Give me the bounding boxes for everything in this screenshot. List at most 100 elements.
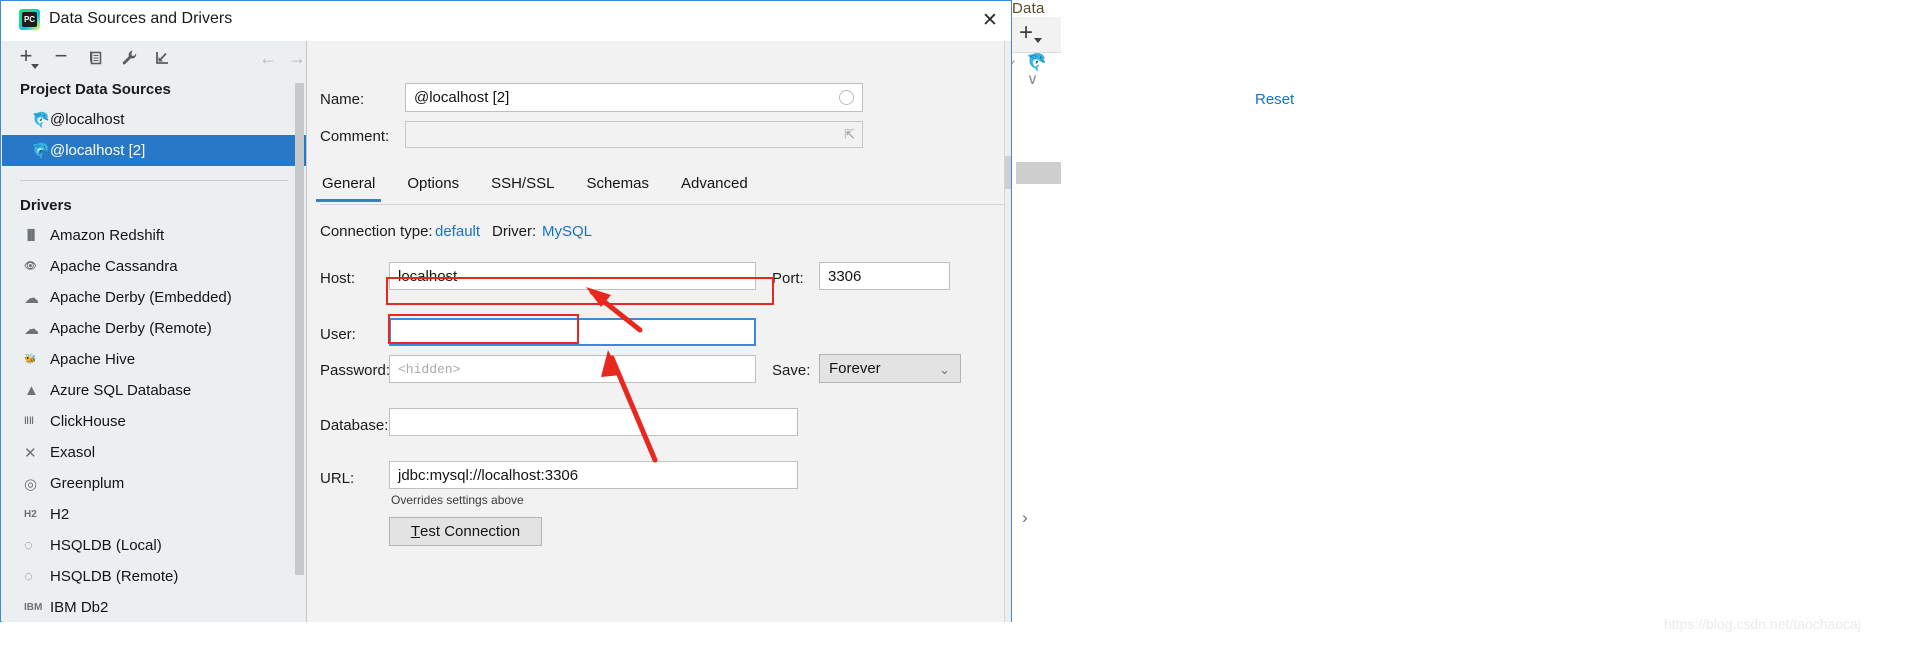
clickhouse-icon: ‖‖: [24, 416, 34, 427]
save-dropdown-value: Forever: [829, 360, 881, 377]
data-sources-and-drivers-dialog: PC Data Sources and Drivers ✕ + − ← → Pr…: [0, 0, 1294, 622]
remove-data-source-button[interactable]: −: [50, 45, 72, 67]
tab-advanced[interactable]: Advanced: [679, 171, 750, 202]
driver-item[interactable]: ◌ HSQLDB (Local): [2, 530, 306, 561]
data-source-item-label: @localhost: [50, 111, 125, 128]
url-label: URL:: [320, 470, 355, 487]
circle-status-icon: [839, 90, 854, 105]
background-scrollbar-thumb[interactable]: [1016, 162, 1061, 184]
wrench-icon-svg: [122, 50, 136, 65]
driver-item[interactable]: ◌ HSQLDB (Remote): [2, 561, 306, 592]
database-label: Database:: [320, 417, 389, 434]
hsqldb-icon: ◌: [24, 568, 33, 585]
driver-item-label: IBM Db2: [50, 599, 109, 616]
name-input[interactable]: @localhost [2]: [405, 83, 863, 112]
tab-ssh-ssl[interactable]: SSH/SSL: [489, 171, 556, 202]
data-source-item[interactable]: 🐬 @localhost: [2, 104, 306, 135]
driver-item[interactable]: 👁 Apache Cassandra: [2, 251, 306, 282]
chevron-down-icon[interactable]: ∨: [1027, 70, 1038, 88]
driver-value[interactable]: MySQL: [542, 223, 592, 240]
driver-item[interactable]: ◎ Greenplum: [2, 468, 306, 499]
dialog-titlebar: PC Data Sources and Drivers ✕: [1, 1, 1011, 41]
user-label: User:: [320, 326, 356, 343]
comment-input[interactable]: ⇱: [405, 121, 863, 148]
chevron-right-icon[interactable]: ›: [1022, 508, 1028, 528]
driver-item-label: Apache Derby (Remote): [50, 320, 212, 337]
add-dropdown-caret-icon[interactable]: [31, 64, 39, 69]
apache-derby-icon: ☁: [24, 320, 39, 338]
driver-item[interactable]: ‖‖ ClickHouse: [2, 406, 306, 437]
tree-toolbar: + − ← →: [2, 41, 306, 75]
driver-item-label: Apache Derby (Embedded): [50, 289, 232, 306]
data-sources-tree[interactable]: Project Data Sources 🐬 @localhost 🐬 @localh…: [2, 75, 306, 622]
driver-item[interactable]: ☁ Apache Derby (Embedded): [2, 282, 306, 313]
connection-type-label: Connection type:: [320, 223, 433, 240]
tab-schemas[interactable]: Schemas: [584, 171, 651, 202]
url-input[interactable]: jdbc:mysql://localhost:3306: [389, 461, 798, 489]
navigate-forward-button[interactable]: →: [286, 48, 308, 68]
apache-cassandra-icon: 👁: [24, 261, 37, 272]
hsqldb-icon: ◌: [24, 537, 33, 554]
drivers-header: Drivers: [20, 197, 72, 214]
azure-sql-icon: ▲: [24, 382, 39, 399]
driver-item-label: Apache Hive: [50, 351, 136, 368]
driver-label: Driver:: [492, 223, 537, 240]
driver-item[interactable]: ▐▌ Amazon Redshift: [2, 220, 306, 251]
driver-item[interactable]: ☁ Apache Derby (Remote): [2, 313, 306, 344]
copy-icon[interactable]: [84, 49, 106, 71]
chevron-down-icon[interactable]: [1034, 38, 1042, 43]
chevron-down-icon[interactable]: ⌄: [939, 362, 950, 378]
name-input-value: @localhost [2]: [414, 89, 510, 106]
exasol-icon: ✕: [24, 444, 37, 462]
plus-icon[interactable]: +: [1019, 21, 1033, 45]
connection-type-value[interactable]: default: [435, 223, 480, 240]
tab-general[interactable]: General: [315, 171, 382, 202]
driver-item[interactable]: ✕ Exasol: [2, 437, 306, 468]
driver-item[interactable]: IBM IBM Db2: [2, 592, 306, 622]
driver-item[interactable]: ▲ Azure SQL Database: [2, 375, 306, 406]
background-app-title: Data: [1012, 0, 1045, 17]
driver-item-label: HSQLDB (Local): [50, 537, 162, 554]
import-icon-svg: [155, 52, 168, 64]
settings-tabs[interactable]: General Options SSH/SSL Schemas Advanced: [315, 171, 1010, 205]
reset-link[interactable]: Reset: [1255, 91, 1294, 108]
data-source-list[interactable]: 🐬 @localhost 🐬 @localhost [2]: [2, 104, 306, 166]
data-source-item-label: @localhost [2]: [50, 142, 146, 159]
save-dropdown[interactable]: Forever ⌄: [819, 354, 961, 383]
password-label: Password:: [320, 362, 391, 379]
test-connection-label: est Connection: [420, 523, 521, 540]
driver-item[interactable]: H2 H2: [2, 499, 306, 530]
tab-options[interactable]: Options: [405, 171, 461, 202]
import-icon[interactable]: [151, 49, 173, 71]
tree-scrollbar-thumb[interactable]: [295, 83, 304, 575]
driver-item-label: Exasol: [50, 444, 96, 461]
expand-icon[interactable]: ⇱: [844, 127, 855, 143]
host-input-value: localhost: [398, 267, 458, 285]
close-icon[interactable]: ✕: [976, 9, 1004, 33]
driver-item-label: Apache Cassandra: [50, 258, 178, 275]
database-input[interactable]: [389, 408, 798, 436]
port-input-value: 3306: [828, 267, 862, 285]
password-input[interactable]: <hidden>: [389, 355, 756, 383]
amazon-redshift-icon: ▐▌: [24, 230, 39, 241]
dialog-title: Data Sources and Drivers: [49, 10, 233, 27]
pycharm-logo-inner: PC: [22, 12, 37, 27]
user-input[interactable]: [389, 318, 756, 346]
port-input[interactable]: 3306: [819, 262, 950, 290]
drivers-list[interactable]: ▐▌ Amazon Redshift 👁 Apache Cassandra ☁ Apach…: [2, 220, 306, 622]
add-data-source-button[interactable]: +: [15, 45, 37, 67]
data-source-item[interactable]: 🐬 @localhost [2]: [2, 135, 306, 166]
driver-item-label: Greenplum: [50, 475, 125, 492]
driver-item-label: ClickHouse: [50, 413, 126, 430]
test-connection-button[interactable]: Test Connection: [389, 517, 542, 546]
mysql-dolphin-icon: 🐬: [31, 111, 50, 129]
wrench-icon[interactable]: [118, 49, 140, 71]
driver-item[interactable]: 🐝 Apache Hive: [2, 344, 306, 375]
navigate-back-button[interactable]: ←: [257, 48, 279, 68]
greenplum-icon: ◎: [24, 475, 38, 493]
copy-icon-svg: [89, 51, 101, 65]
tree-divider: [20, 180, 288, 181]
apache-derby-icon: ☁: [24, 289, 39, 307]
apache-hive-icon: 🐝: [24, 354, 37, 365]
host-input[interactable]: localhost: [389, 262, 756, 290]
